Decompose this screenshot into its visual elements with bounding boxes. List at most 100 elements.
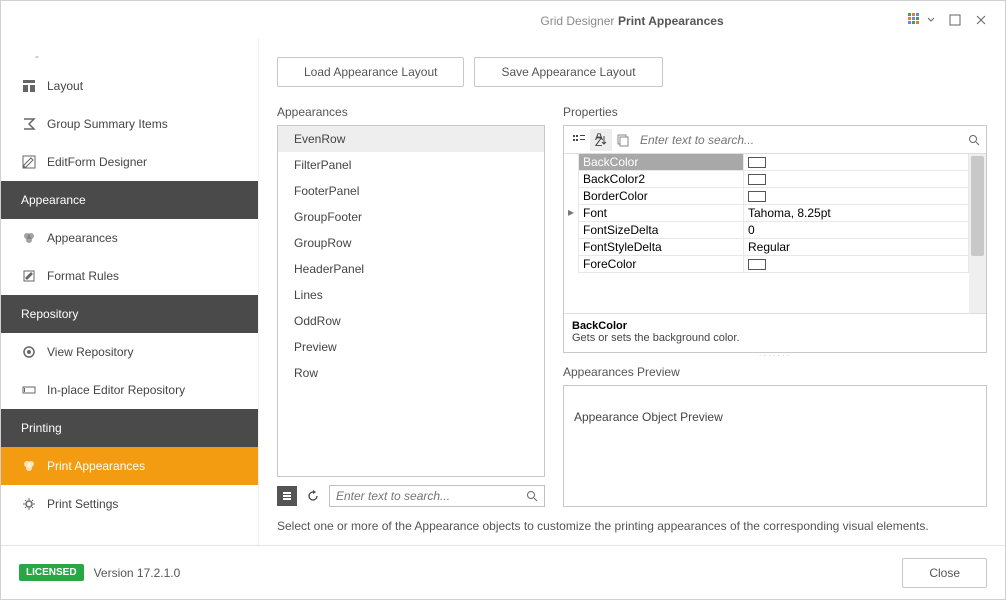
color-swatch bbox=[748, 191, 766, 202]
maximize-icon[interactable] bbox=[949, 14, 961, 26]
property-row[interactable]: ▸FontTahoma, 8.25pt bbox=[564, 205, 969, 222]
property-name: Font bbox=[578, 205, 744, 222]
property-name: FontStyleDelta bbox=[578, 239, 744, 256]
sidebar-item-appearances[interactable]: Appearances bbox=[1, 219, 258, 257]
property-row[interactable]: BackColor bbox=[564, 154, 969, 171]
dropdown-icon[interactable] bbox=[927, 16, 935, 24]
print-appearances-icon bbox=[21, 458, 37, 474]
sidebar-category: Printing bbox=[1, 409, 258, 447]
version-text: Version 17.2.1.0 bbox=[94, 566, 181, 580]
properties-header: Properties bbox=[563, 105, 987, 119]
appearances-search-input[interactable] bbox=[336, 489, 526, 503]
format-rules-icon bbox=[21, 268, 37, 284]
appearances-icon bbox=[21, 230, 37, 246]
property-row[interactable]: BorderColor bbox=[564, 188, 969, 205]
sidebar-item-view-repository[interactable]: View Repository bbox=[1, 333, 258, 371]
layout-icon bbox=[21, 78, 37, 94]
expand-icon bbox=[564, 188, 578, 205]
property-value[interactable]: Tahoma, 8.25pt bbox=[744, 205, 969, 222]
property-value[interactable] bbox=[744, 171, 969, 188]
load-appearance-button[interactable]: Load Appearance Layout bbox=[277, 57, 464, 87]
close-button[interactable]: Close bbox=[902, 558, 987, 588]
sidebar-item-format-rules[interactable]: Format Rules bbox=[1, 257, 258, 295]
property-value[interactable]: 0 bbox=[744, 222, 969, 239]
property-name: BorderColor bbox=[578, 188, 744, 205]
select-all-icon[interactable] bbox=[277, 486, 297, 506]
expand-icon bbox=[564, 239, 578, 256]
search-icon[interactable] bbox=[526, 490, 538, 502]
property-row[interactable]: FontStyleDeltaRegular bbox=[564, 239, 969, 256]
search-icon[interactable] bbox=[968, 134, 980, 146]
expand-icon bbox=[564, 256, 578, 273]
window-title: Grid Designer Print Appearances bbox=[259, 13, 1005, 28]
appearances-list[interactable]: EvenRowFilterPanelFooterPanelGroupFooter… bbox=[277, 125, 545, 477]
sidebar-item-label: Layout bbox=[47, 79, 83, 93]
color-swatch bbox=[748, 174, 766, 185]
grid-picker-icon[interactable] bbox=[907, 12, 923, 28]
categorize-icon[interactable] bbox=[568, 129, 590, 151]
appearance-item[interactable]: Lines bbox=[278, 282, 544, 308]
expand-icon bbox=[564, 222, 578, 239]
splitter[interactable]: ······· bbox=[563, 351, 987, 365]
editform-designer-icon bbox=[21, 154, 37, 170]
property-row[interactable]: BackColor2 bbox=[564, 171, 969, 188]
expand-icon bbox=[564, 171, 578, 188]
sidebar-item-label: Appearances bbox=[47, 231, 118, 245]
preview-box: Appearance Object Preview bbox=[563, 385, 987, 507]
appearance-item[interactable]: OddRow bbox=[278, 308, 544, 334]
property-value[interactable] bbox=[744, 256, 969, 273]
property-value[interactable]: Regular bbox=[744, 239, 969, 256]
sidebar-item-label: Group Summary Items bbox=[47, 117, 168, 131]
sidebar-item-label: EditForm Designer bbox=[47, 155, 147, 169]
sidebar-category: Appearance bbox=[1, 181, 258, 219]
appearance-item[interactable]: GroupRow bbox=[278, 230, 544, 256]
expand-icon bbox=[564, 154, 578, 171]
preview-text: Appearance Object Preview bbox=[574, 410, 723, 424]
sidebar-item-label: In-place Editor Repository bbox=[47, 383, 185, 397]
property-row[interactable]: ForeColor bbox=[564, 256, 969, 273]
sidebar-item-in-place-editor-repository[interactable]: In-place Editor Repository bbox=[1, 371, 258, 409]
sidebar-item-print-appearances[interactable]: Print Appearances bbox=[1, 447, 258, 485]
save-appearance-button[interactable]: Save Appearance Layout bbox=[474, 57, 662, 87]
property-row[interactable]: FontSizeDelta0 bbox=[564, 222, 969, 239]
expand-icon[interactable]: ▸ bbox=[564, 205, 578, 222]
refresh-icon[interactable] bbox=[303, 486, 323, 506]
license-badge: LICENSED bbox=[19, 564, 84, 581]
sidebar-item-label: Format Rules bbox=[47, 269, 119, 283]
preview-header: Appearances Preview bbox=[563, 365, 987, 379]
property-name: BackColor bbox=[578, 154, 744, 171]
appearance-item[interactable]: FooterPanel bbox=[278, 178, 544, 204]
property-name: BackColor2 bbox=[578, 171, 744, 188]
appearance-item[interactable]: FilterPanel bbox=[278, 152, 544, 178]
in-place-editor-repository-icon bbox=[21, 382, 37, 398]
view-repository-icon bbox=[21, 344, 37, 360]
appearance-item[interactable]: HeaderPanel bbox=[278, 256, 544, 282]
property-value[interactable] bbox=[744, 188, 969, 205]
appearance-item[interactable]: Row bbox=[278, 360, 544, 386]
property-value[interactable] bbox=[744, 154, 969, 171]
group-summary-items-icon bbox=[21, 116, 37, 132]
appearance-item[interactable]: GroupFooter bbox=[278, 204, 544, 230]
sidebar-item-group-summary-items[interactable]: Group Summary Items bbox=[1, 105, 258, 143]
print-settings-icon bbox=[21, 496, 37, 512]
sidebar-item-label: Print Settings bbox=[47, 497, 118, 511]
property-name: ForeColor bbox=[578, 256, 744, 273]
sort-az-icon[interactable]: AZ bbox=[590, 129, 612, 151]
close-icon[interactable] bbox=[975, 14, 987, 26]
sidebar-item-print-settings[interactable]: Print Settings bbox=[1, 485, 258, 523]
property-name: FontSizeDelta bbox=[578, 222, 744, 239]
appearance-item[interactable]: EvenRow bbox=[278, 126, 544, 152]
svg-text:Z: Z bbox=[595, 135, 602, 147]
appearance-item[interactable]: Preview bbox=[278, 334, 544, 360]
property-grid[interactable]: AZ BackColorBackColor2Bo bbox=[563, 125, 987, 353]
appearances-search[interactable] bbox=[329, 485, 545, 507]
properties-search-input[interactable] bbox=[640, 133, 968, 147]
sidebar-item-layout[interactable]: Layout bbox=[1, 67, 258, 105]
sidebar-item-editform-designer[interactable]: EditForm Designer bbox=[1, 143, 258, 181]
appearances-header: Appearances bbox=[277, 105, 545, 119]
property-desc-name: BackColor bbox=[572, 320, 978, 332]
property-pages-icon[interactable] bbox=[612, 129, 634, 151]
property-desc-text: Gets or sets the background color. bbox=[572, 332, 978, 344]
scrollbar[interactable] bbox=[969, 154, 986, 313]
hint-text: Select one or more of the Appearance obj… bbox=[277, 519, 987, 533]
